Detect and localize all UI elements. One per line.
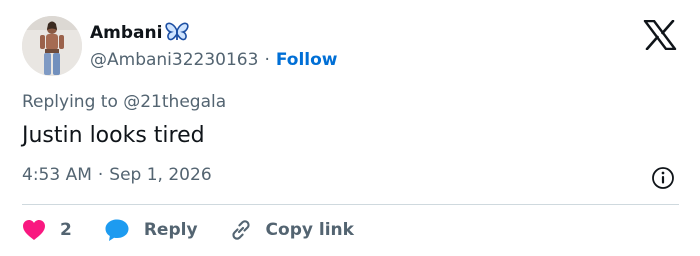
link-icon xyxy=(228,217,254,243)
copy-link-label: Copy link xyxy=(265,220,354,240)
like-button[interactable]: 2 xyxy=(22,219,72,241)
reply-button[interactable]: Reply xyxy=(104,218,198,242)
copy-link-button[interactable]: Copy link xyxy=(228,217,354,243)
tweet-text: Justin looks tired xyxy=(22,123,205,148)
avatar[interactable] xyxy=(22,16,82,76)
avatar-image xyxy=(22,16,82,76)
separator-dot: · xyxy=(264,50,270,70)
action-bar: 2 Reply Copy link xyxy=(22,214,354,246)
x-logo-icon[interactable] xyxy=(643,19,677,51)
reply-bubble-icon xyxy=(104,218,130,242)
tweet-time: 4:53 AM xyxy=(22,165,92,185)
info-icon[interactable] xyxy=(651,166,675,190)
reply-label: Reply xyxy=(143,220,198,240)
author-name-row: Ambani xyxy=(90,20,190,46)
like-count: 2 xyxy=(60,220,72,240)
tweet-date: Sep 1, 2026 xyxy=(109,165,212,185)
embedded-tweet-card: Ambani @Ambani32230163 · Follow Replying… xyxy=(0,0,700,256)
author-display-name[interactable]: Ambani xyxy=(90,23,162,43)
divider xyxy=(22,204,679,205)
author-handle-row: @Ambani32230163 · Follow xyxy=(90,47,338,73)
follow-button[interactable]: Follow xyxy=(276,50,338,70)
separator-dot: · xyxy=(97,165,104,185)
butterfly-icon xyxy=(165,22,190,44)
tweet-timestamp[interactable]: 4:53 AM · Sep 1, 2026 xyxy=(22,165,212,185)
author-handle[interactable]: @Ambani32230163 xyxy=(90,50,258,70)
replying-to[interactable]: Replying to @21thegala xyxy=(22,92,226,112)
heart-icon xyxy=(22,219,46,241)
